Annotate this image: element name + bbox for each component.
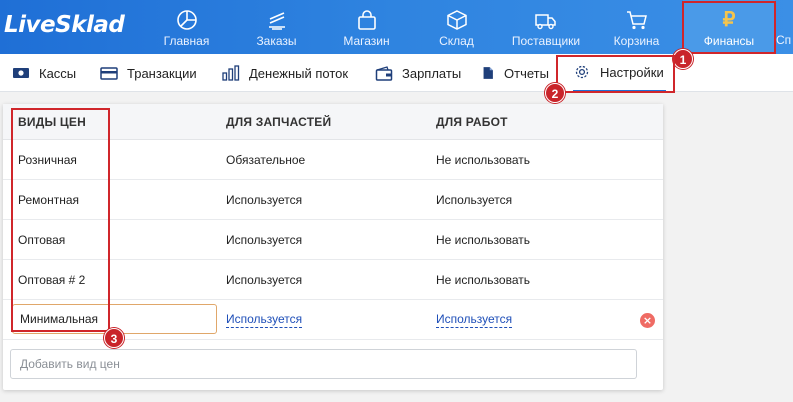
subnav-item-label: Денежный поток [249, 65, 349, 81]
subnav-item-cashboxes[interactable]: Кассы [12, 54, 76, 92]
nav-item-shop[interactable]: Магазин [331, 0, 402, 54]
work-usage-cell: Используется [436, 300, 513, 339]
nav-item-label: Заказы [256, 34, 297, 48]
parts-usage: Используется [226, 192, 303, 207]
nav-item-cut-off[interactable]: Сп [776, 0, 793, 54]
subnav-item-transactions[interactable]: Транзакции [100, 54, 197, 92]
subnav-item-label: Транзакции [127, 65, 197, 81]
cart-icon [626, 11, 647, 30]
subnav-item-salaries[interactable]: Зарплаты [375, 54, 461, 92]
dashboard-icon [176, 10, 197, 30]
app-logo[interactable]: LiveSklad [4, 12, 125, 38]
parts-usage: Используется [226, 272, 303, 287]
parts-usage-cell: Используется [226, 300, 303, 339]
annotation-badge-2: 2 [545, 83, 565, 103]
nav-item-label: Корзина [613, 34, 660, 48]
top-navbar: LiveSklad Главная Заказы Магазин Склад П… [0, 0, 793, 54]
report-icon [483, 67, 493, 79]
truck-icon [535, 14, 556, 30]
wallet-icon [375, 66, 393, 81]
nav-item-label: Магазин [343, 34, 390, 48]
subnav-item-label: Зарплаты [402, 65, 462, 81]
subnav-item-reports[interactable]: Отчеты [482, 54, 549, 92]
shop-bag-icon [357, 10, 376, 30]
work-usage: Не использовать [436, 272, 530, 287]
parts-usage: Обязательное [226, 152, 306, 167]
subnav-item-label: Кассы [39, 65, 77, 81]
annotation-badge-3: 3 [104, 328, 124, 348]
box-icon [446, 10, 467, 30]
delete-icon[interactable]: × [640, 313, 655, 328]
nav-item-suppliers[interactable]: Поставщики [505, 0, 587, 54]
parts-usage-dropdown[interactable]: Используется [226, 312, 303, 328]
parts-usage: Используется [226, 232, 303, 247]
subnav-item-cashflow[interactable]: Денежный поток [222, 54, 348, 92]
header-for-work: ДЛЯ РАБОТ [436, 114, 508, 129]
bar-chart-icon [222, 65, 240, 81]
nav-item-cart[interactable]: Корзина [601, 0, 672, 54]
nav-item-label: Главная [163, 34, 210, 48]
header-for-parts: ДЛЯ ЗАПЧАСТЕЙ [226, 114, 332, 129]
annotation-box-price-types [11, 108, 110, 332]
nav-item-main[interactable]: Главная [151, 0, 222, 54]
work-usage-dropdown[interactable]: Используется [436, 312, 513, 328]
nav-item-label: Сп [776, 33, 792, 47]
annotation-box-finance [682, 1, 776, 54]
nav-item-warehouse[interactable]: Склад [421, 0, 492, 54]
add-price-type-input[interactable]: Добавить вид цен [10, 349, 637, 379]
cash-icon [13, 68, 29, 78]
nav-item-label: Поставщики [511, 34, 581, 48]
annotation-badge-1: 1 [673, 49, 693, 69]
nav-item-label: Склад [439, 34, 474, 48]
annotation-box-settings [556, 55, 675, 93]
orders-icon [268, 12, 285, 30]
work-usage: Не использовать [436, 152, 530, 167]
card-icon [100, 67, 118, 80]
subnav-item-label: Отчеты [504, 65, 549, 81]
nav-item-orders[interactable]: Заказы [241, 0, 312, 54]
work-usage: Используется [436, 192, 513, 207]
work-usage: Не использовать [436, 232, 530, 247]
